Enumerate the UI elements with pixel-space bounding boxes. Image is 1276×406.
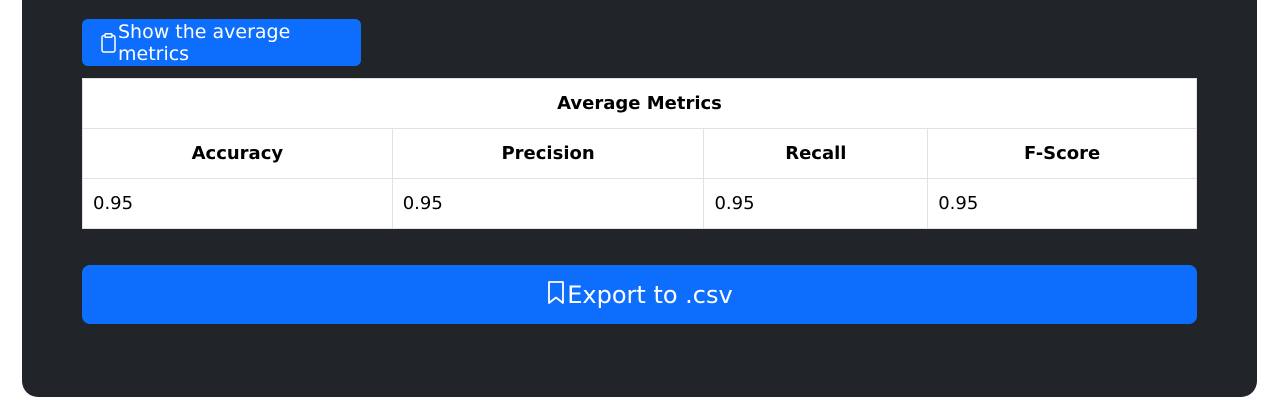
show-average-metrics-button[interactable]: Show the average metrics <box>82 19 361 66</box>
table-header-row: Accuracy Precision Recall F-Score <box>82 128 1197 179</box>
cell-precision: 0.95 <box>391 178 705 229</box>
bookmark-icon <box>546 280 566 306</box>
column-header-precision: Precision <box>391 128 705 179</box>
table-row: 0.95 0.95 0.95 0.95 <box>82 178 1197 229</box>
clipboard-icon <box>100 32 117 53</box>
column-header-recall: Recall <box>703 128 929 179</box>
column-header-f-score: F-Score <box>927 128 1197 179</box>
show-average-metrics-label: Show the average metrics <box>118 20 291 65</box>
cell-accuracy: 0.95 <box>82 178 393 229</box>
cell-f-score: 0.95 <box>927 178 1197 229</box>
average-metrics-table: Average Metrics Accuracy Precision Recal… <box>82 78 1197 229</box>
column-header-accuracy: Accuracy <box>82 128 393 179</box>
export-csv-button[interactable]: Export to .csv <box>82 265 1197 324</box>
table-title: Average Metrics <box>82 78 1197 129</box>
cell-recall: 0.95 <box>703 178 929 229</box>
export-csv-label: Export to .csv <box>567 280 733 309</box>
